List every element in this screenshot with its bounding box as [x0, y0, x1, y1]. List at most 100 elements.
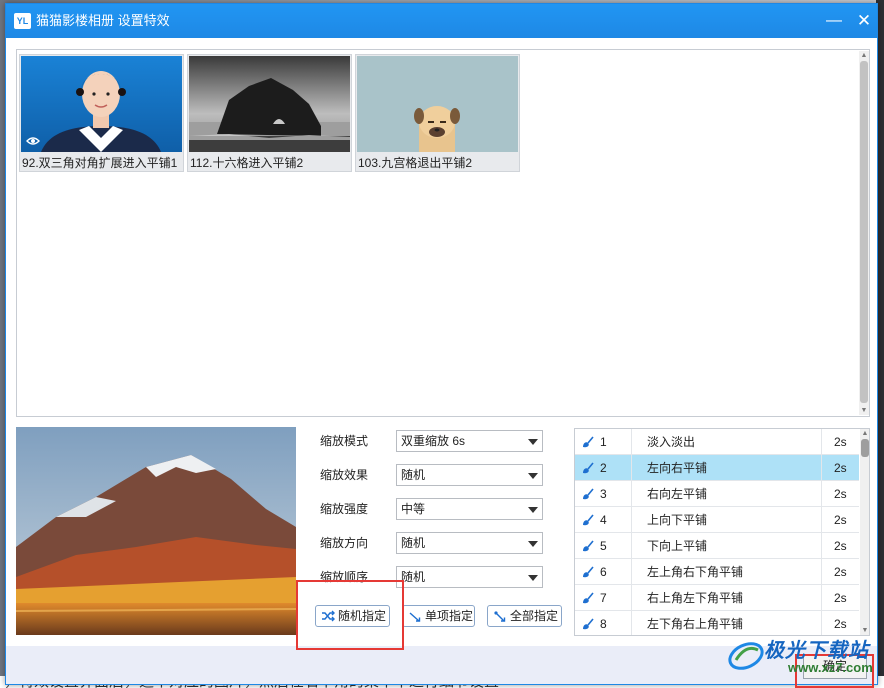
- effect-number: 3: [600, 487, 607, 501]
- single-assign-label: 单项指定: [425, 609, 474, 623]
- zoom-mode-select[interactable]: 双重缩放 6s: [396, 430, 543, 452]
- effect-list-item[interactable]: 3 右向左平铺 2s: [575, 481, 859, 507]
- column-separator: [631, 533, 632, 559]
- effect-list-item[interactable]: 5 下向上平铺 2s: [575, 533, 859, 559]
- scrollbar-thumb[interactable]: [860, 61, 868, 403]
- effect-number: 4: [600, 513, 607, 527]
- preview-eye-icon[interactable]: [26, 135, 40, 145]
- thumbnails-scrollbar[interactable]: ▲ ▼: [859, 51, 869, 415]
- zoom-effect-row: 缩放效果 随机: [303, 464, 557, 486]
- effect-duration: 2s: [834, 591, 847, 605]
- effect-list-item[interactable]: 6 左上角右下角平铺 2s: [575, 559, 859, 585]
- column-separator: [631, 481, 632, 507]
- effect-list-item[interactable]: 1 淡入淡出 2s: [575, 429, 859, 455]
- dropdown-arrow-icon: [528, 439, 538, 445]
- effect-number: 8: [600, 617, 607, 631]
- zoom-effect-label: 缩放效果: [320, 468, 369, 482]
- column-separator: [821, 559, 822, 585]
- column-separator: [631, 455, 632, 481]
- scroll-up-arrow-icon[interactable]: ▲: [859, 51, 869, 60]
- effect-number: 7: [600, 591, 607, 605]
- effect-brush-icon: [583, 618, 594, 630]
- thumbnail-caption: 112.十六格进入平铺2: [190, 156, 304, 170]
- column-separator: [631, 559, 632, 585]
- effect-name: 左向右平铺: [647, 461, 708, 475]
- highlight-annotation-box: [296, 580, 404, 650]
- portrait-photo-image: [21, 56, 182, 152]
- effect-duration: 2s: [834, 487, 847, 501]
- effect-name: 右向左平铺: [647, 487, 708, 501]
- zoom-direction-select[interactable]: 随机: [396, 532, 543, 554]
- zoom-strength-label: 缩放强度: [320, 502, 369, 516]
- transition-effect-list: 1 淡入淡出 2s 2 左向右平铺 2s 3 右向左平铺 2s 4 上向下平铺 2s 5 下向上平铺 2s 6…: [574, 428, 870, 636]
- effect-list-item[interactable]: 8 左下角右上角平铺 2s: [575, 611, 859, 635]
- thumbnail-caption: 92.双三角对角扩展进入平铺1: [22, 156, 178, 170]
- dropdown-arrow-icon: [528, 541, 538, 547]
- single-assign-icon: [409, 612, 421, 622]
- effect-duration: 2s: [834, 435, 847, 449]
- effect-number: 2: [600, 461, 607, 475]
- photo-thumbnail[interactable]: 112.十六格进入平铺2: [187, 54, 352, 172]
- selected-photos-panel: 92.双三角对角扩展进入平铺1 112.十六格进入平铺2 103.九宫格退出平铺…: [16, 49, 870, 417]
- all-assign-button[interactable]: 全部指定: [487, 605, 562, 627]
- title-bar[interactable]: YL 猫猫影楼相册 设置特效 — ✕: [6, 4, 877, 38]
- zoom-direction-value: 随机: [401, 536, 426, 550]
- effect-name: 下向上平铺: [647, 539, 708, 553]
- zoom-effect-select[interactable]: 随机: [396, 464, 543, 486]
- column-separator: [631, 429, 632, 455]
- column-separator: [821, 455, 822, 481]
- photo-thumbnail[interactable]: 103.九宫格退出平铺2: [355, 54, 520, 172]
- effect-duration: 2s: [834, 565, 847, 579]
- effect-duration: 2s: [834, 461, 847, 475]
- scroll-down-arrow-icon[interactable]: ▼: [860, 626, 869, 635]
- zoom-mode-row: 缩放模式 双重缩放 6s: [303, 430, 557, 452]
- effect-list-scrollbar[interactable]: ▲ ▼: [860, 429, 869, 635]
- dropdown-arrow-icon: [528, 575, 538, 581]
- effect-number: 6: [600, 565, 607, 579]
- single-assign-button[interactable]: 单项指定: [402, 605, 475, 627]
- close-button[interactable]: ✕: [854, 11, 874, 31]
- effect-name: 淡入淡出: [647, 435, 696, 449]
- zoom-effect-value: 随机: [401, 468, 426, 482]
- column-separator: [821, 585, 822, 611]
- scroll-down-arrow-icon[interactable]: ▼: [859, 406, 869, 415]
- effect-brush-icon: [583, 462, 594, 474]
- effects-dialog: YL 猫猫影楼相册 设置特效 — ✕ 92.双三角对角扩展进入平铺1 112.十…: [5, 3, 878, 685]
- effect-list-item[interactable]: 4 上向下平铺 2s: [575, 507, 859, 533]
- zoom-direction-label: 缩放方向: [320, 536, 369, 550]
- column-separator: [631, 585, 632, 611]
- effect-preview-image: [16, 427, 296, 635]
- all-assign-icon: [494, 611, 506, 622]
- effect-name: 左下角右上角平铺: [647, 617, 744, 631]
- rock-arch-photo-image: [189, 56, 350, 152]
- effect-brush-icon: [583, 514, 594, 526]
- effect-duration: 2s: [834, 617, 847, 631]
- effect-list-item[interactable]: 2 左向右平铺 2s: [575, 455, 859, 481]
- cartoon-pug-image: [357, 56, 518, 152]
- zoom-strength-value: 中等: [401, 502, 426, 516]
- effect-brush-icon: [583, 488, 594, 500]
- column-separator: [821, 429, 822, 455]
- dropdown-arrow-icon: [528, 473, 538, 479]
- scrollbar-thumb[interactable]: [861, 439, 869, 457]
- scroll-up-arrow-icon[interactable]: ▲: [860, 429, 869, 438]
- zoom-mode-value: 双重缩放 6s: [401, 434, 466, 448]
- effect-brush-icon: [583, 540, 594, 552]
- effect-name: 右上角左下角平铺: [647, 591, 744, 605]
- effect-list-item[interactable]: 7 右上角左下角平铺 2s: [575, 585, 859, 611]
- effect-name: 左上角右下角平铺: [647, 565, 744, 579]
- column-separator: [631, 507, 632, 533]
- column-separator: [631, 611, 632, 635]
- effect-brush-icon: [583, 436, 594, 448]
- dropdown-arrow-icon: [528, 507, 538, 513]
- photo-thumbnail[interactable]: 92.双三角对角扩展进入平铺1: [19, 54, 184, 172]
- zoom-order-select[interactable]: 随机: [396, 566, 543, 588]
- effect-duration: 2s: [834, 539, 847, 553]
- minimize-button[interactable]: —: [824, 11, 844, 31]
- effect-number: 1: [600, 435, 607, 449]
- zoom-strength-select[interactable]: 中等: [396, 498, 543, 520]
- thumbnail-caption: 103.九宫格退出平铺2: [358, 156, 473, 170]
- effect-brush-icon: [583, 592, 594, 604]
- effect-brush-icon: [583, 566, 594, 578]
- column-separator: [821, 533, 822, 559]
